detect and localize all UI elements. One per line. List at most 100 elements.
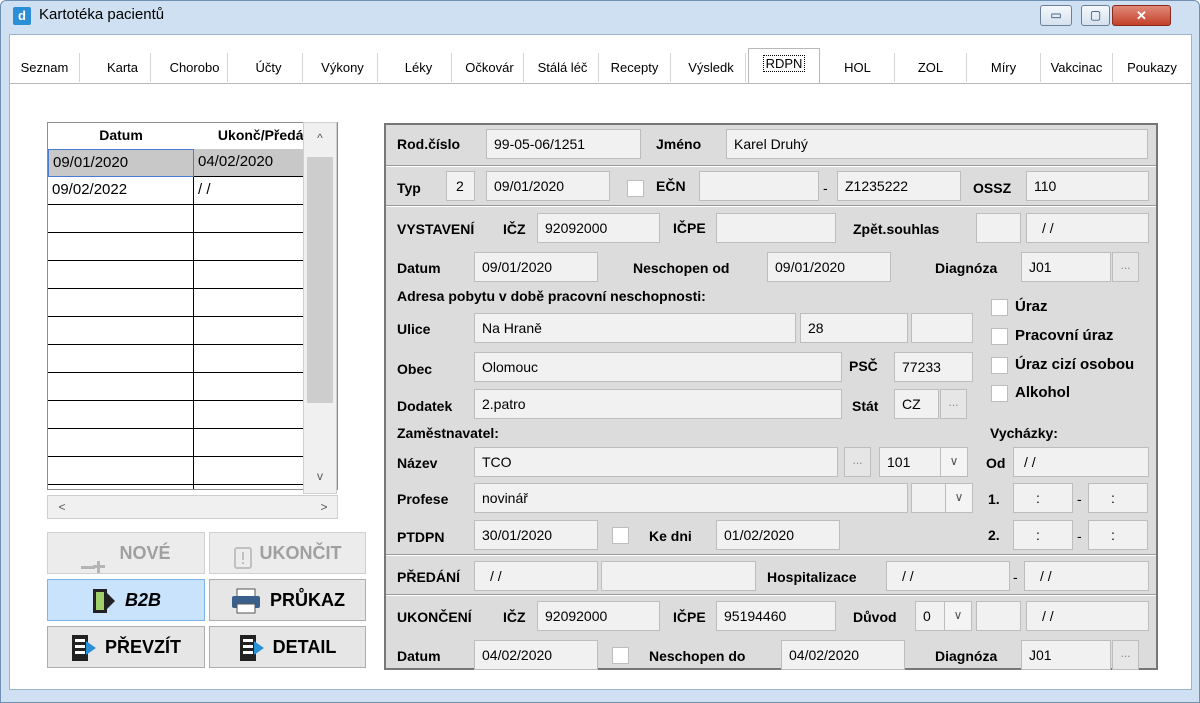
tab-seznam[interactable]: Seznam [10, 53, 80, 82]
tab-vykony[interactable]: Výkony [308, 53, 378, 82]
ukonceni-diagnoza-field[interactable]: J01 [1021, 640, 1111, 670]
take-over-button[interactable]: PŘEVZÍT [47, 626, 205, 668]
tab-zol[interactable]: ZOL [895, 53, 967, 82]
alkohol-checkbox[interactable] [991, 385, 1008, 402]
ecn-field[interactable] [699, 171, 819, 201]
scroll-up-icon[interactable]: ^ [304, 127, 336, 149]
column-header-datum[interactable]: Datum [48, 123, 194, 148]
table-row-empty[interactable] [48, 457, 194, 485]
hospitalizace-from[interactable]: / / [886, 561, 1010, 591]
end-button[interactable]: UKONČIT [209, 532, 366, 574]
stat-field[interactable]: CZ [894, 389, 939, 419]
table-row-empty[interactable] [48, 429, 194, 457]
table-row-empty[interactable] [48, 233, 194, 261]
od-field[interactable]: / / [1013, 447, 1149, 477]
ke-dni-field[interactable]: 01/02/2020 [716, 520, 840, 550]
jmeno-field[interactable]: Karel Druhý [726, 129, 1148, 159]
scroll-down-icon[interactable]: v [304, 465, 336, 487]
table-row-empty[interactable] [48, 317, 194, 345]
table-row-2-datum[interactable]: 09/02/2022 [48, 177, 194, 205]
obec-field[interactable]: Olomouc [474, 352, 842, 382]
tab-recepty[interactable]: Recepty [599, 53, 671, 82]
scroll-left-icon[interactable]: < [54, 496, 70, 518]
b2b-button[interactable]: B2B [47, 579, 205, 621]
card-button[interactable]: PRŮKAZ [209, 579, 366, 621]
cislo2-field[interactable] [911, 313, 973, 343]
vychazky-2-from[interactable]: : [1013, 520, 1073, 550]
minimize-button[interactable]: ▭ [1040, 5, 1072, 26]
table-row-empty[interactable] [48, 401, 194, 429]
tab-poukazy[interactable]: Poukazy [1113, 53, 1191, 82]
typ-field[interactable]: 2 [446, 171, 475, 201]
duvod-date-field[interactable]: / / [1026, 601, 1149, 631]
tab-vakcinace[interactable]: Vakcinac [1041, 53, 1113, 82]
nazev-code-select[interactable]: 101 ∨ [879, 447, 968, 477]
ecn2-field[interactable]: Z1235222 [837, 171, 961, 201]
hospitalizace-to[interactable]: / / [1024, 561, 1149, 591]
table-row-empty[interactable] [48, 289, 194, 317]
nazev-field[interactable]: TCO [474, 447, 838, 477]
diagnoza-field[interactable]: J01 [1021, 252, 1111, 282]
rodcislo-field[interactable]: 99-05-06/1251 [486, 129, 641, 159]
typ-checkbox[interactable] [627, 180, 644, 197]
new-button[interactable]: NOVÉ [47, 532, 205, 574]
profese-field[interactable]: novinář [474, 483, 908, 513]
zpet-souhlas-date[interactable]: / / [1026, 213, 1149, 243]
neschopen-do-field[interactable]: 04/02/2020 [781, 640, 905, 670]
chevron-down-icon[interactable]: ∨ [940, 448, 967, 476]
vychazky-1-from[interactable]: : [1013, 483, 1073, 513]
typ-date-field[interactable]: 09/01/2020 [486, 171, 610, 201]
vychazky-2-to[interactable]: : [1088, 520, 1148, 550]
tab-rdpn[interactable]: RDPN [748, 48, 820, 84]
table-row-empty[interactable] [48, 345, 194, 373]
close-button[interactable]: ✕ [1112, 5, 1171, 26]
chevron-down-icon[interactable]: ∨ [945, 484, 972, 512]
table-row-empty[interactable] [48, 261, 194, 289]
vychazky-1-to[interactable]: : [1088, 483, 1148, 513]
neschopen-od-field[interactable]: 09/01/2020 [767, 252, 891, 282]
tab-vysledky[interactable]: Výsledk [677, 53, 746, 82]
grid-horizontal-scrollbar[interactable]: < > [47, 495, 338, 519]
psc-field[interactable]: 77233 [894, 352, 973, 382]
table-row-empty[interactable] [48, 373, 194, 401]
predani2-field[interactable] [601, 561, 756, 591]
tab-chorobopis[interactable]: Chorobo [162, 53, 228, 82]
tab-karta[interactable]: Karta [95, 53, 151, 82]
uraz-cizi-checkbox[interactable] [991, 357, 1008, 374]
icpe-field[interactable] [716, 213, 836, 243]
duvod-select[interactable]: 0 ∨ [915, 601, 972, 631]
uraz-checkbox[interactable] [991, 299, 1008, 316]
tab-miry[interactable]: Míry [967, 53, 1041, 82]
zpet-souhlas-field[interactable] [976, 213, 1021, 243]
table-row-empty[interactable] [48, 205, 194, 233]
detail-button[interactable]: DETAIL [209, 626, 366, 668]
ulice-field[interactable]: Na Hraně [474, 313, 796, 343]
scroll-thumb[interactable] [307, 157, 333, 403]
stat-lookup-button[interactable]: ... [940, 389, 967, 419]
cislo-field[interactable]: 28 [800, 313, 908, 343]
tab-leky[interactable]: Léky [386, 53, 452, 82]
predani-field[interactable]: / / [474, 561, 598, 591]
ukonceni-diagnoza-lookup-button[interactable]: ... [1112, 640, 1139, 670]
tab-ucty[interactable]: Účty [235, 53, 303, 82]
table-row-empty[interactable] [48, 485, 194, 489]
ptdpn-checkbox[interactable] [612, 527, 629, 544]
icz-field[interactable]: 92092000 [537, 213, 660, 243]
ukonceni-icz-field[interactable]: 92092000 [537, 601, 660, 631]
pracovni-uraz-checkbox[interactable] [991, 328, 1008, 345]
ptdpn-field[interactable]: 30/01/2020 [474, 520, 598, 550]
ukonceni-icpe-field[interactable]: 95194460 [716, 601, 836, 631]
diagnoza-lookup-button[interactable]: ... [1112, 252, 1139, 282]
duvod2-field[interactable] [976, 601, 1021, 631]
grid-vertical-scrollbar[interactable]: ^ v [303, 122, 337, 494]
ossz-field[interactable]: 110 [1026, 171, 1149, 201]
table-row-1-datum[interactable]: 09/01/2020 [48, 149, 194, 177]
ukonceni-checkbox[interactable] [612, 647, 629, 664]
chevron-down-icon[interactable]: ∨ [944, 602, 971, 630]
nazev-lookup-button[interactable]: ... [844, 447, 871, 477]
maximize-button[interactable]: ▢ [1081, 5, 1110, 26]
tab-stala-lecba[interactable]: Stálá léč [527, 53, 599, 82]
profese-select[interactable]: ∨ [911, 483, 973, 513]
ukonceni-datum-field[interactable]: 04/02/2020 [474, 640, 598, 670]
datum-field[interactable]: 09/01/2020 [474, 252, 598, 282]
